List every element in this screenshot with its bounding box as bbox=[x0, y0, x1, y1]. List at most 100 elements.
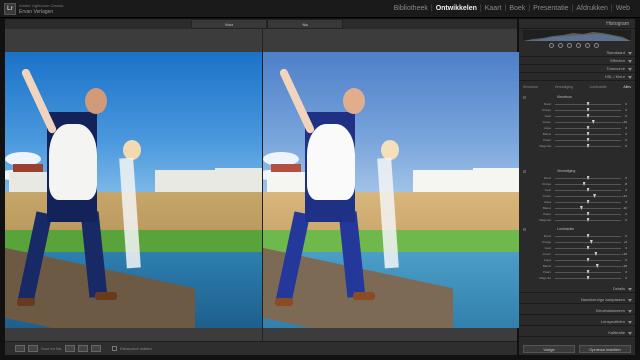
slider-value[interactable]: 0 bbox=[625, 108, 627, 112]
hsl-slider-row[interactable]: Paars 0 bbox=[527, 270, 627, 275]
module-afdrukken[interactable]: Afdrukken bbox=[574, 5, 610, 12]
panel-section-header[interactable]: Standaard bbox=[519, 49, 635, 57]
spot-removal-icon[interactable] bbox=[558, 43, 563, 48]
slider-track[interactable] bbox=[555, 242, 621, 243]
hsl-tab[interactable]: Alles bbox=[623, 85, 631, 92]
collapse-triangle-icon bbox=[628, 299, 632, 302]
slider-label: Oranje bbox=[541, 240, 551, 244]
slider-value[interactable]: 0 bbox=[625, 102, 627, 106]
histogram-header[interactable]: Histogram bbox=[519, 19, 635, 29]
slider-value[interactable]: 0 bbox=[625, 212, 627, 216]
hsl-tab[interactable]: Verzadiging bbox=[555, 85, 573, 92]
panel-section-header[interactable]: Kalibratie bbox=[519, 329, 635, 337]
panel-section-header[interactable]: Effecten bbox=[519, 57, 635, 65]
hsl-slider-row[interactable]: Magenta 0 bbox=[527, 276, 627, 281]
slider-value[interactable]: -8 bbox=[624, 182, 627, 186]
hsl-slider-row[interactable]: Magenta 0 bbox=[527, 218, 627, 223]
hsl-slider-row[interactable]: Aqua 0 bbox=[527, 200, 627, 205]
reset-button[interactable]: Opnieuw instellen bbox=[579, 345, 631, 353]
slider-track[interactable] bbox=[555, 266, 621, 267]
slider-value[interactable]: 0 bbox=[625, 114, 627, 118]
hsl-tab[interactable]: Luminantie bbox=[590, 85, 607, 92]
hsl-slider-row[interactable]: Oranje 0 bbox=[527, 108, 627, 113]
hsl-slider-row[interactable]: Aqua 0 bbox=[527, 126, 627, 131]
swap-before-after-button[interactable] bbox=[91, 345, 102, 352]
panel-section-header[interactable]: Kleurbalanceren bbox=[519, 307, 635, 315]
module-boek[interactable]: Boek bbox=[507, 5, 527, 12]
panel-section-header[interactable]: Nauwkeurige aanpassen bbox=[519, 296, 635, 304]
module-ontwikkelen[interactable]: Ontwikkelen bbox=[434, 5, 479, 12]
after-photo[interactable] bbox=[263, 52, 520, 328]
slider-track[interactable] bbox=[555, 122, 621, 123]
slider-value[interactable]: 0 bbox=[625, 258, 627, 262]
panel-section-header[interactable]: HSL / Kleur bbox=[519, 73, 635, 81]
slider-value[interactable]: +15 bbox=[622, 252, 627, 256]
slider-value[interactable]: 0 bbox=[625, 246, 627, 250]
radial-filter-icon[interactable] bbox=[585, 43, 590, 48]
slider-value[interactable]: 0 bbox=[625, 276, 627, 280]
slider-value[interactable]: 0 bbox=[625, 132, 627, 136]
module-kaart[interactable]: Kaart bbox=[483, 5, 504, 12]
module-web[interactable]: Web bbox=[614, 5, 632, 12]
slider-value[interactable]: +10 bbox=[622, 120, 627, 124]
target-adjustment-icon[interactable] bbox=[523, 170, 526, 173]
hsl-slider-row[interactable]: Rood 0 bbox=[527, 234, 627, 239]
copy-after-to-before-button[interactable] bbox=[78, 345, 89, 352]
copy-before-to-after-button[interactable] bbox=[65, 345, 76, 352]
target-adjustment-icon[interactable] bbox=[523, 96, 526, 99]
hsl-slider-row[interactable]: Groen +12 bbox=[527, 194, 627, 199]
slider-value[interactable]: +12 bbox=[622, 194, 627, 198]
slider-track[interactable] bbox=[555, 184, 621, 185]
slider-track[interactable] bbox=[555, 196, 621, 197]
crop-tool-icon[interactable] bbox=[549, 43, 554, 48]
hsl-slider-row[interactable]: Rood 0 bbox=[527, 176, 627, 181]
slider-value[interactable]: 0 bbox=[625, 270, 627, 274]
panel-section-header[interactable]: Details bbox=[519, 285, 635, 293]
soft-proof-checkbox[interactable] bbox=[112, 346, 118, 351]
slider-track[interactable] bbox=[555, 254, 621, 255]
hsl-slider-row[interactable]: Paars 0 bbox=[527, 138, 627, 143]
before-after-view-button[interactable] bbox=[28, 345, 38, 352]
previous-button[interactable]: Vorige bbox=[523, 345, 575, 353]
slider-label: Paars bbox=[543, 138, 551, 142]
hsl-slider-row[interactable]: Paars 0 bbox=[527, 212, 627, 217]
panel-section-header[interactable]: Tooncurve bbox=[519, 65, 635, 73]
panel-section-header[interactable]: Lensprofielen bbox=[519, 318, 635, 326]
slider-value[interactable]: 0 bbox=[625, 234, 627, 238]
hsl-slider-row[interactable]: Blauw +18 bbox=[527, 264, 627, 269]
hsl-slider-row[interactable]: Magenta 0 bbox=[527, 144, 627, 149]
slider-value[interactable]: 0 bbox=[625, 126, 627, 130]
slider-value[interactable]: 0 bbox=[625, 144, 627, 148]
hsl-slider-row[interactable]: Geel 0 bbox=[527, 246, 627, 251]
hsl-slider-row[interactable]: Blauw -20 bbox=[527, 206, 627, 211]
hsl-slider-row[interactable]: Groen +15 bbox=[527, 252, 627, 257]
hsl-slider-row[interactable]: Geel 0 bbox=[527, 114, 627, 119]
hsl-slider-row[interactable]: Blauw 0 bbox=[527, 132, 627, 137]
target-adjustment-icon[interactable] bbox=[523, 228, 526, 231]
graduated-filter-icon[interactable] bbox=[576, 43, 581, 48]
slider-value[interactable]: 0 bbox=[625, 176, 627, 180]
slider-value[interactable]: -20 bbox=[623, 206, 627, 210]
module-bibliotheek[interactable]: Bibliotheek bbox=[392, 5, 430, 12]
slider-value[interactable]: +18 bbox=[622, 264, 627, 268]
slider-value[interactable]: 0 bbox=[625, 218, 627, 222]
hsl-slider-row[interactable]: Aqua 0 bbox=[527, 258, 627, 263]
hsl-tab[interactable]: Kleurtoon bbox=[523, 85, 538, 92]
before-photo[interactable] bbox=[5, 52, 262, 328]
hsl-slider-row[interactable]: Oranje -8 bbox=[527, 182, 627, 187]
hsl-slider-row[interactable]: Groen +10 bbox=[527, 120, 627, 125]
slider-value[interactable]: +6 bbox=[624, 240, 627, 244]
slider-value[interactable]: 0 bbox=[625, 188, 627, 192]
hsl-slider-row[interactable]: Geel 0 bbox=[527, 188, 627, 193]
red-eye-icon[interactable] bbox=[567, 43, 572, 48]
hsl-slider-row[interactable]: Rood 0 bbox=[527, 102, 627, 107]
module-presentatie[interactable]: Presentatie bbox=[531, 5, 570, 12]
hsl-slider-row[interactable]: Oranje +6 bbox=[527, 240, 627, 245]
slider-track[interactable] bbox=[555, 208, 621, 209]
slider-label: Geel bbox=[544, 188, 551, 192]
loupe-view-button[interactable] bbox=[15, 345, 25, 352]
slider-label: Magenta bbox=[539, 144, 551, 148]
slider-value[interactable]: 0 bbox=[625, 138, 627, 142]
slider-value[interactable]: 0 bbox=[625, 200, 627, 204]
adjustment-brush-icon[interactable] bbox=[594, 43, 599, 48]
